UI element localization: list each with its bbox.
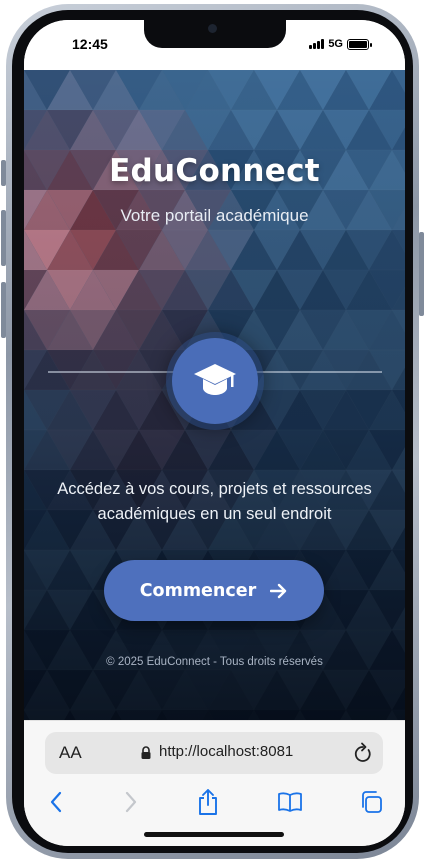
browser-nav-row — [24, 785, 405, 821]
browser-toolbar: AA http://localhost:8081 — [24, 720, 405, 846]
app-title: EduConnect — [109, 153, 320, 189]
status-bar: 12:45 5G — [24, 20, 405, 70]
arrow-right-icon — [270, 583, 287, 598]
notch — [144, 20, 286, 48]
copyright-footer: © 2025 EduConnect - Tous droits réservés — [106, 656, 323, 668]
app-subtitle: Votre portail académique — [120, 206, 309, 225]
status-indicators: 5G — [309, 38, 372, 50]
camera-icon — [208, 24, 217, 33]
graduation-cap-icon — [194, 364, 236, 395]
share-icon — [199, 789, 217, 815]
battery-icon — [347, 38, 372, 50]
forward-icon — [125, 791, 137, 813]
home-indicator[interactable] — [144, 832, 284, 837]
start-button-label: Commencer — [139, 580, 257, 601]
lock-icon — [141, 746, 151, 759]
graduation-badge — [172, 338, 258, 424]
url-text: http://localhost:8081 — [159, 743, 294, 760]
tabs-button[interactable] — [353, 785, 389, 819]
tagline: Accédez à vos cours, projets et ressourc… — [57, 480, 372, 523]
forward-button[interactable] — [113, 785, 149, 819]
reload-icon[interactable] — [353, 742, 373, 764]
share-button[interactable] — [190, 785, 226, 819]
welcome-hero: EduConnect Votre portail académique Accé… — [24, 70, 405, 720]
signal-icon — [309, 39, 325, 49]
text-size-button[interactable]: AA — [59, 743, 82, 763]
divider-left — [48, 371, 174, 373]
tabs-icon — [362, 791, 382, 813]
divider-right — [256, 371, 382, 373]
address-bar[interactable]: AA http://localhost:8081 — [45, 732, 383, 774]
side-button-power — [419, 232, 424, 316]
status-time: 12:45 — [72, 36, 108, 52]
back-button[interactable] — [38, 785, 74, 819]
start-button[interactable]: Commencer — [104, 560, 324, 621]
screen: 12:45 5G EduConnect Votre portail académ… — [24, 20, 405, 846]
network-label: 5G — [328, 38, 343, 50]
side-button-mute — [1, 160, 6, 186]
side-button-volume-down — [1, 282, 6, 338]
side-button-volume-up — [1, 210, 6, 266]
bookmarks-icon — [278, 792, 302, 812]
back-icon — [50, 791, 62, 813]
bookmarks-button[interactable] — [272, 785, 308, 819]
